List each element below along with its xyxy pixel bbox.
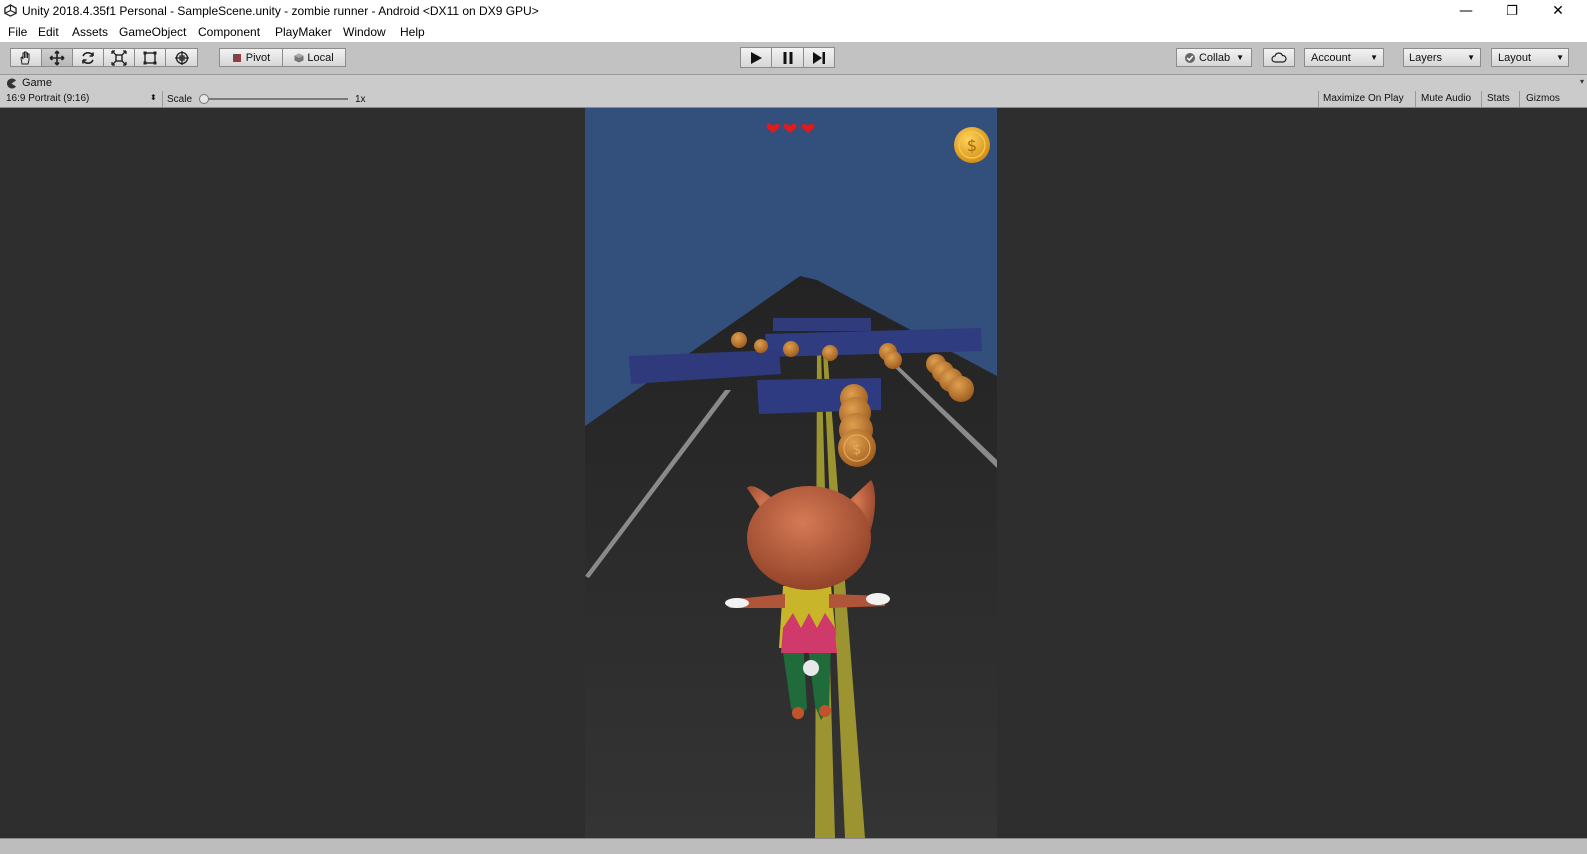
window-title-bar: Unity 2018.4.35f1 Personal - SampleScene… xyxy=(0,0,1587,22)
transform-tool-button[interactable] xyxy=(165,48,198,67)
hand-tool-icon xyxy=(20,51,30,64)
unity-logo-icon xyxy=(4,4,17,17)
character-tail xyxy=(803,660,819,676)
chevron-down-icon: ▼ xyxy=(1236,53,1245,62)
rect-tool-button[interactable] xyxy=(134,48,166,67)
pivot-label: Pivot xyxy=(245,51,271,64)
step-icon xyxy=(813,51,825,64)
collab-check-icon xyxy=(1184,52,1195,63)
coin xyxy=(783,341,799,357)
close-button[interactable]: ✕ xyxy=(1535,0,1581,22)
move-tool-icon xyxy=(49,50,65,65)
pacman-game-icon xyxy=(7,78,17,88)
rect-tool-icon xyxy=(143,51,157,64)
scale-value: 1x xyxy=(355,94,366,105)
menu-bar: File Edit Assets GameObject Component Pl… xyxy=(0,22,1587,42)
gizmos-dropdown[interactable]: Gizmos xyxy=(1526,93,1560,104)
hud-coin-symbol: $ xyxy=(967,136,977,155)
scale-slider-thumb[interactable] xyxy=(199,94,209,104)
collab-label: Collab xyxy=(1198,51,1231,64)
character-glove xyxy=(725,598,749,608)
menu-file[interactable]: File xyxy=(8,25,27,39)
cloud-icon xyxy=(1271,52,1287,63)
character-shirt-pattern xyxy=(781,613,837,653)
play-icon xyxy=(751,51,762,64)
chevron-down-icon: ▼ xyxy=(1467,53,1475,62)
tab-game-label: Game xyxy=(22,77,52,89)
game-render[interactable]: $ $ xyxy=(585,108,997,838)
coin-symbol: $ xyxy=(853,442,862,458)
coin xyxy=(884,351,902,369)
game-view-controls: 16:9 Portrait (9:16) ⬍ Scale 1x Maximize… xyxy=(0,91,1587,108)
local-label: Local xyxy=(307,51,334,64)
collab-dropdown[interactable]: Collab ▼ xyxy=(1176,48,1252,67)
move-tool-button[interactable] xyxy=(41,48,73,67)
maximize-on-play-toggle[interactable]: Maximize On Play xyxy=(1323,93,1404,104)
coin xyxy=(948,376,974,402)
scale-tool-button[interactable] xyxy=(103,48,135,67)
tab-game[interactable]: Game xyxy=(6,75,52,91)
pivot-icon xyxy=(232,53,241,62)
resolution-dropdown-arrow-icon[interactable]: ⬍ xyxy=(150,93,157,102)
menu-playmaker[interactable]: PlayMaker xyxy=(275,25,332,39)
tab-menu-icon[interactable]: ▾ xyxy=(1580,77,1584,86)
coin xyxy=(822,345,838,361)
pause-icon xyxy=(783,51,792,64)
local-cube-icon xyxy=(294,53,304,62)
divider xyxy=(1318,91,1319,107)
cloud-button[interactable] xyxy=(1263,48,1295,67)
scale-label: Scale xyxy=(167,94,193,105)
layout-dropdown[interactable]: Layout ▼ xyxy=(1491,48,1569,67)
pivot-toggle[interactable]: Pivot xyxy=(219,48,283,67)
status-bar xyxy=(0,838,1587,854)
rotate-tool-button[interactable] xyxy=(72,48,104,67)
menu-component[interactable]: Component xyxy=(198,25,260,39)
hand-tool-button[interactable] xyxy=(10,48,42,67)
character-foot xyxy=(792,707,804,719)
transform-tool-icon xyxy=(174,50,189,65)
divider xyxy=(1481,91,1482,107)
step-button[interactable] xyxy=(803,47,835,68)
character-head xyxy=(747,486,871,590)
menu-help[interactable]: Help xyxy=(400,25,425,39)
coin xyxy=(731,332,747,348)
play-button[interactable] xyxy=(740,47,772,68)
chevron-down-icon: ▼ xyxy=(1370,53,1378,62)
game-scene: $ $ xyxy=(585,108,997,838)
divider xyxy=(1415,91,1416,107)
menu-assets[interactable]: Assets xyxy=(72,25,108,39)
layers-label: Layers xyxy=(1409,51,1443,64)
mute-audio-toggle[interactable]: Mute Audio xyxy=(1421,93,1471,104)
chevron-down-icon: ▼ xyxy=(1556,53,1564,62)
divider xyxy=(162,91,163,107)
menu-edit[interactable]: Edit xyxy=(38,25,59,39)
character-foot xyxy=(819,705,831,717)
rotate-tool-icon xyxy=(82,51,94,64)
resolution-dropdown[interactable]: 16:9 Portrait (9:16) xyxy=(6,93,160,104)
layers-dropdown[interactable]: Layers ▼ xyxy=(1403,48,1481,67)
scale-tool-icon xyxy=(111,49,127,66)
divider xyxy=(1519,91,1520,107)
account-dropdown[interactable]: Account ▼ xyxy=(1304,48,1384,67)
account-label: Account xyxy=(1311,51,1351,64)
scale-slider-track[interactable] xyxy=(202,98,348,100)
menu-window[interactable]: Window xyxy=(343,25,386,39)
stats-toggle[interactable]: Stats xyxy=(1487,93,1510,104)
local-toggle[interactable]: Local xyxy=(282,48,346,67)
layout-label: Layout xyxy=(1498,51,1532,64)
menu-gameobject[interactable]: GameObject xyxy=(119,25,186,39)
minimize-button[interactable]: — xyxy=(1443,0,1489,22)
window-title: Unity 2018.4.35f1 Personal - SampleScene… xyxy=(22,4,539,18)
obstacle-bar xyxy=(773,318,871,331)
pause-button[interactable] xyxy=(771,47,804,68)
maximize-button[interactable]: ❐ xyxy=(1489,0,1535,22)
character-glove xyxy=(866,593,890,605)
game-tab-bar: Game ▾ xyxy=(0,75,1587,92)
coin xyxy=(754,339,768,353)
main-toolbar: Pivot Local Collab ▼ Account ▼ Layers ▼ … xyxy=(0,42,1587,75)
